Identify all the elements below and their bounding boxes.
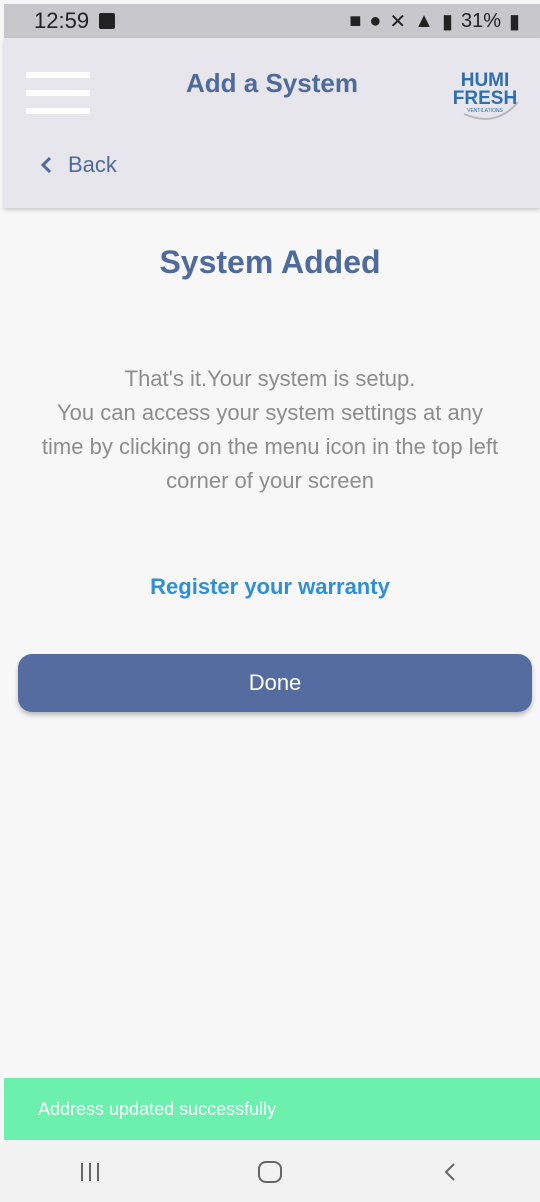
home-icon <box>258 1161 282 1183</box>
system-nav-bar <box>0 1142 540 1202</box>
status-left: 12:59 <box>34 8 116 34</box>
back-nav-icon <box>444 1163 455 1181</box>
battery-icon: ▮ <box>508 10 520 33</box>
lock-icon: ■ <box>349 9 362 32</box>
app-header: Add a System HUMI FRESH VENTILATIONS Bac… <box>4 38 540 208</box>
wifi-icon: ▲ <box>414 9 434 32</box>
message-line-1: That's it.Your system is setup. <box>124 366 416 391</box>
back-nav-button[interactable] <box>410 1147 490 1197</box>
message-line-3: time by clicking on the menu icon in the… <box>41 434 499 459</box>
battery-percent: 31% <box>460 9 501 32</box>
gallery-notification-icon <box>99 13 116 29</box>
humifresh-logo: HUMI FRESH VENTILATIONS <box>453 70 519 120</box>
menu-bar-bottom <box>26 108 90 114</box>
home-button[interactable] <box>230 1147 310 1197</box>
setup-message: That's it.Your system is setup. You can … <box>10 362 530 498</box>
logo-line2: FRESH <box>453 88 517 109</box>
register-warranty-link[interactable]: Register your warranty <box>0 574 540 600</box>
done-button[interactable]: Done <box>18 654 532 712</box>
mute-icon: ✕ <box>389 10 407 33</box>
status-bar: 12:59 ■ ● ✕ ▲ ▮ 31% ▮ <box>4 4 540 38</box>
logo-tagline: VENTILATIONS <box>467 108 503 114</box>
status-right: ■ ● ✕ ▲ ▮ 31% ▮ <box>349 9 520 34</box>
toast-message: Address updated successfully <box>4 1078 540 1140</box>
status-time: 12:59 <box>34 8 90 33</box>
chevron-left-icon <box>40 156 52 174</box>
message-line-4: corner of your screen <box>166 468 374 493</box>
recent-apps-icon <box>81 1163 99 1181</box>
page-title: System Added <box>159 244 381 280</box>
signal-icon: ▮ <box>441 10 453 33</box>
back-label: Back <box>68 152 117 177</box>
recent-apps-button[interactable] <box>50 1147 130 1197</box>
message-line-2: You can access your system settings at a… <box>57 400 483 425</box>
alarm-icon: ● <box>369 9 382 32</box>
back-button[interactable]: Back <box>40 152 117 178</box>
